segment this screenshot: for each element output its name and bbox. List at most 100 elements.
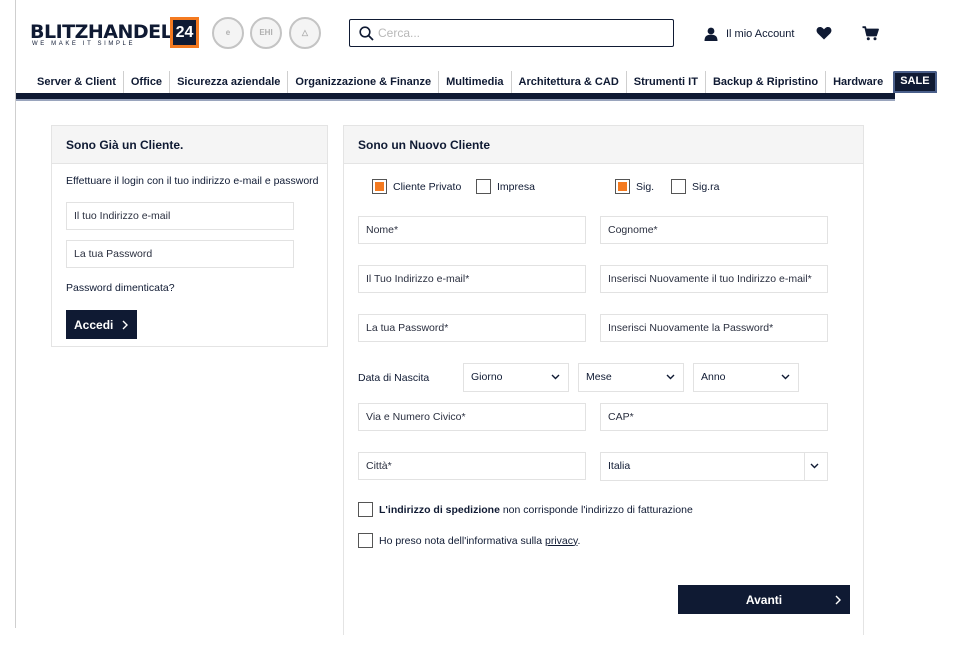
main-navigation: Server & Client Office Sicurezza azienda… xyxy=(30,71,937,93)
register-continue-label: Avanti xyxy=(745,592,783,607)
city-field xyxy=(358,452,586,480)
login-button[interactable]: Accedi xyxy=(66,310,137,339)
ehi-badge[interactable]: EHI xyxy=(250,17,282,49)
birth-month-value: Mese xyxy=(586,371,612,383)
register-title: Sono un Nuovo Cliente xyxy=(344,126,863,164)
cart-icon[interactable] xyxy=(862,26,879,41)
privacy-link[interactable]: privacy xyxy=(545,535,577,547)
heart-icon[interactable] xyxy=(816,26,832,40)
street-field xyxy=(358,403,586,431)
chevron-down-icon xyxy=(781,374,790,380)
nav-item-backup[interactable]: Backup & Ripristino xyxy=(706,71,827,93)
forgot-password-link[interactable]: Password dimenticata? xyxy=(66,282,175,294)
user-icon xyxy=(704,27,718,41)
privacy-option[interactable]: Ho preso nota dell'informativa sulla pri… xyxy=(358,533,580,548)
account-label: Il mio Account xyxy=(726,28,795,40)
logo-badge: 24 xyxy=(170,17,199,48)
register-email-field xyxy=(358,265,586,293)
login-button-label: Accedi xyxy=(74,317,114,332)
chevron-down-icon xyxy=(551,374,560,380)
salutation-mrs-label: Sig.ra xyxy=(692,180,720,193)
nav-item-hardware[interactable]: Hardware xyxy=(826,71,890,93)
account-link[interactable]: Il mio Account xyxy=(704,26,794,42)
chevron-down-icon xyxy=(666,374,675,380)
nav-item-office[interactable]: Office xyxy=(124,71,171,93)
different-shipping-checkbox[interactable] xyxy=(358,502,373,517)
register-password-input[interactable] xyxy=(359,315,585,341)
country-select-divider xyxy=(804,453,805,480)
birth-day-select[interactable]: Giorno xyxy=(463,363,569,392)
country-value: Italia xyxy=(608,460,631,472)
customer-type-business[interactable]: Impresa xyxy=(476,179,535,194)
privacy-label-prefix: Ho preso nota dell'informativa sulla xyxy=(379,534,546,547)
nav-item-strumenti-it[interactable]: Strumenti IT xyxy=(627,71,706,93)
logo-tagline: WE MAKE IT SIMPLE xyxy=(32,41,136,47)
nav-item-architettura[interactable]: Architettura & CAD xyxy=(512,71,627,93)
last-name-input[interactable] xyxy=(601,217,827,243)
trust-badge-label: △ xyxy=(301,28,309,37)
register-email-input[interactable] xyxy=(359,266,585,292)
login-panel: Sono Già un Cliente. Effettuare il login… xyxy=(51,125,328,347)
different-shipping-option[interactable]: L'indirizzo di spedizione non corrispond… xyxy=(358,502,693,517)
privacy-checkbox[interactable] xyxy=(358,533,373,548)
salutation-mr-checkbox[interactable] xyxy=(615,179,630,194)
login-email-field xyxy=(66,202,294,230)
search-input[interactable] xyxy=(378,24,658,42)
birth-year-select[interactable]: Anno xyxy=(693,363,799,392)
nav-item-sicurezza[interactable]: Sicurezza aziendale xyxy=(170,71,289,93)
site-header: BLITZHANDEL WE MAKE IT SIMPLE 24 e EHI △… xyxy=(16,0,937,100)
search-icon[interactable] xyxy=(359,26,374,41)
zip-field xyxy=(600,403,828,431)
login-email-input[interactable] xyxy=(67,203,293,229)
register-password-confirm-input[interactable] xyxy=(601,315,827,341)
privacy-label: Ho preso nota dell'informativa sulla pri… xyxy=(379,535,580,547)
nav-item-multimedia[interactable]: Multimedia xyxy=(439,71,512,93)
customer-type-private-checkbox[interactable] xyxy=(372,179,387,194)
logo-badge-number: 24 xyxy=(173,20,196,45)
login-description: Effettuare il login con il tuo indirizzo… xyxy=(66,175,319,187)
city-input[interactable] xyxy=(359,453,585,479)
register-password-field xyxy=(358,314,586,342)
register-email-confirm-input[interactable] xyxy=(601,266,827,292)
register-password-confirm-field xyxy=(600,314,828,342)
salutation-mrs[interactable]: Sig.ra xyxy=(671,179,719,194)
trust-badge-label: EHI xyxy=(259,28,273,37)
birthdate-label: Data di Nascita xyxy=(358,372,430,384)
salutation-mr-label: Sig. xyxy=(636,180,655,193)
customer-type-business-checkbox[interactable] xyxy=(476,179,491,194)
first-name-input[interactable] xyxy=(359,217,585,243)
register-email-confirm-field xyxy=(600,265,828,293)
login-title: Sono Già un Cliente. xyxy=(52,126,327,164)
certification-badge[interactable]: △ xyxy=(289,17,321,49)
salutation-mr[interactable]: Sig. xyxy=(615,179,654,194)
trust-badge-label: e xyxy=(225,28,231,37)
register-panel: Sono un Nuovo Cliente Cliente Privato Im… xyxy=(343,125,864,635)
search-bar xyxy=(349,19,674,47)
birth-month-select[interactable]: Mese xyxy=(578,363,684,392)
customer-type-business-label: Impresa xyxy=(497,180,535,193)
chevron-down-icon xyxy=(810,463,819,469)
register-continue-button[interactable]: Avanti xyxy=(678,585,850,614)
customer-type-private[interactable]: Cliente Privato xyxy=(372,179,461,194)
privacy-label-suffix: . xyxy=(577,534,581,547)
different-shipping-label-bold: L'indirizzo di spedizione xyxy=(379,503,500,516)
customer-type-private-label: Cliente Privato xyxy=(393,180,462,193)
nav-item-sale[interactable]: SALE xyxy=(893,71,937,93)
nav-underline-shadow xyxy=(16,99,895,101)
site-logo[interactable]: BLITZHANDEL WE MAKE IT SIMPLE 24 xyxy=(30,17,200,49)
login-password-input[interactable] xyxy=(67,241,293,267)
trusted-shops-badge[interactable]: e xyxy=(212,17,244,49)
birth-year-value: Anno xyxy=(701,371,726,383)
first-name-field xyxy=(358,216,586,244)
country-select[interactable]: Italia xyxy=(600,452,828,481)
birth-day-value: Giorno xyxy=(471,371,503,383)
salutation-mrs-checkbox[interactable] xyxy=(671,179,686,194)
nav-item-organizzazione[interactable]: Organizzazione & Finanze xyxy=(288,71,440,93)
last-name-field xyxy=(600,216,828,244)
street-input[interactable] xyxy=(359,404,585,430)
chevron-right-icon xyxy=(122,320,128,329)
nav-item-server-client[interactable]: Server & Client xyxy=(30,71,124,93)
logo-wordmark: BLITZHANDEL xyxy=(30,21,173,43)
zip-input[interactable] xyxy=(601,404,827,430)
login-password-field xyxy=(66,240,294,268)
